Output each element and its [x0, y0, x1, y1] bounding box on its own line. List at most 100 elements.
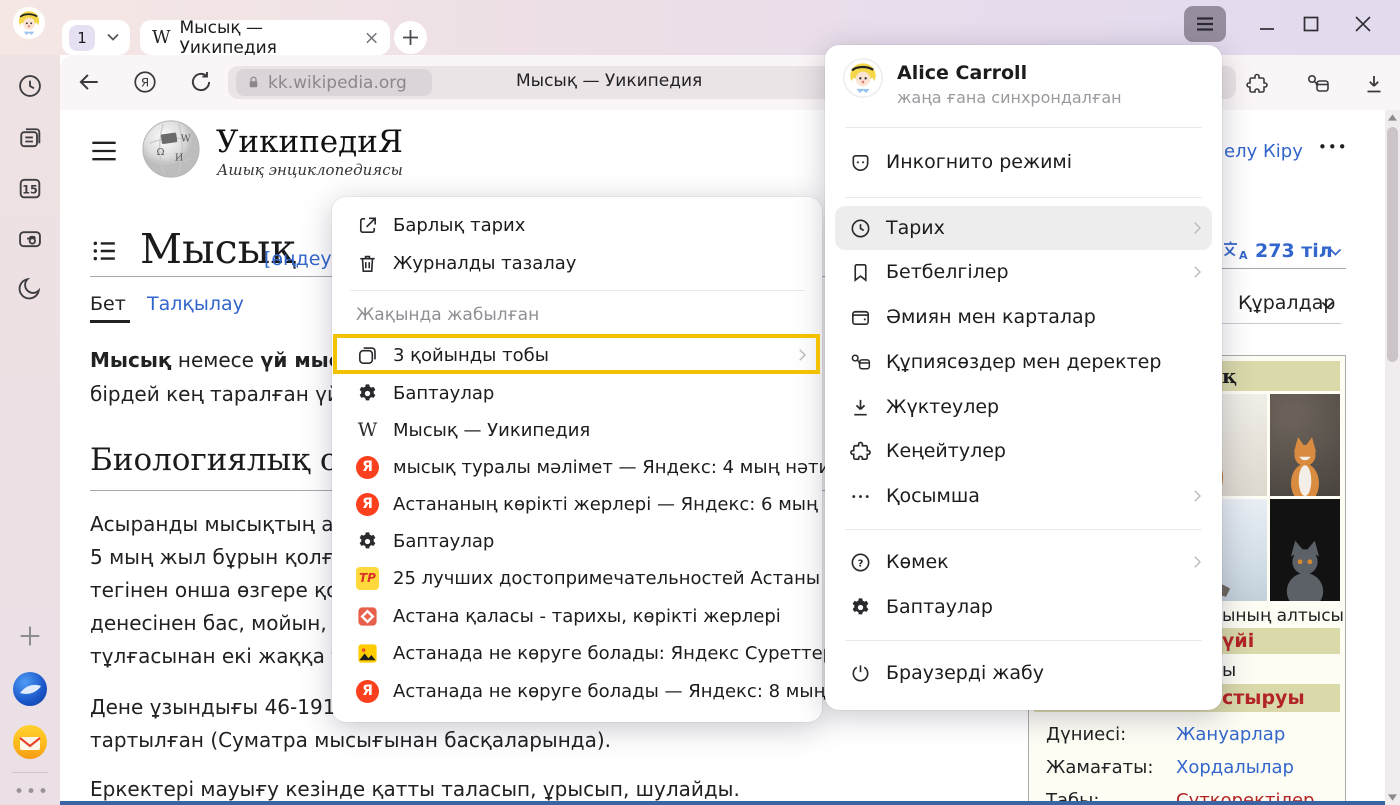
language-icon[interactable]: A: [1222, 238, 1248, 262]
menu-item-incognito[interactable]: Инкогнито режимі: [849, 144, 1072, 180]
reload-button[interactable]: [188, 69, 214, 95]
calendar-sidebar-button[interactable]: 15: [16, 174, 44, 202]
menu-item-history[interactable]: Тарих: [849, 210, 945, 246]
wiki-main-menu-button[interactable]: [90, 139, 118, 161]
back-button[interactable]: [76, 69, 102, 95]
edit-link[interactable]: [өңдеу: [264, 248, 332, 270]
classification-header-fragment: стыруы: [1222, 687, 1305, 709]
history-sidebar-button[interactable]: [16, 72, 44, 100]
yandex-search-button[interactable]: Я: [132, 69, 158, 95]
chevron-down-icon: [1320, 300, 1335, 311]
yandex-browser-logo[interactable]: [13, 672, 47, 706]
cat-photo-gray[interactable]: [1270, 499, 1340, 601]
menu-item-recent-tonkosti[interactable]: Астана қаласы - тарихы, көрікті жерлері: [356, 598, 781, 634]
taxo-value-link[interactable]: Жануарлар: [1176, 724, 1285, 745]
menu-item-label: Кеңейтулер: [886, 440, 1006, 462]
scroll-up-icon[interactable]: [1388, 114, 1397, 121]
minimize-icon: [1252, 10, 1282, 38]
menu-item-settings[interactable]: Баптаулар: [356, 375, 494, 411]
menu-item-passwords[interactable]: Құпиясөздер мен деректер: [849, 344, 1161, 380]
yandex-icon: Я: [356, 456, 379, 479]
scroll-down-icon[interactable]: [1388, 794, 1397, 801]
bottom-strip: [60, 801, 1400, 805]
extensions-toolbar-button[interactable]: [1245, 72, 1269, 96]
taxo-value-link[interactable]: Хордалылар: [1176, 757, 1294, 778]
login-link[interactable]: Кіру: [1263, 141, 1303, 162]
chevron-down-icon: [106, 32, 120, 43]
body-line: денесінен бас, мойын, тұл: [90, 611, 369, 635]
menu-divider: [845, 529, 1202, 530]
domain-chip[interactable]: kk.wikipedia.org: [236, 69, 432, 96]
menu-item-label: мысық туралы мәлімет — Яндекс: 4 мың нәт…: [393, 457, 880, 478]
tab-group-pill[interactable]: 1: [62, 20, 130, 55]
moon-icon: [16, 274, 44, 302]
downloads-toolbar-button[interactable]: [1362, 72, 1386, 96]
browser-tab[interactable]: W Мысық — Уикипедия: [140, 20, 390, 55]
new-tab-button[interactable]: [394, 21, 427, 54]
menu-item-label: Журналды тазалау: [393, 253, 576, 274]
wiki-site-title[interactable]: УикипедиЯ: [216, 124, 403, 160]
menu-item-recent-yandex-1[interactable]: Я мысық туралы мәлімет — Яндекс: 4 мың н…: [356, 449, 880, 485]
clock-icon: [849, 217, 872, 240]
menu-item-recent-settings[interactable]: Баптаулар: [356, 523, 494, 559]
menu-item-label: Баптаулар: [886, 596, 993, 618]
menu-item-downloads[interactable]: Жүктеулер: [849, 389, 999, 425]
dark-mode-sidebar-button[interactable]: [16, 274, 44, 302]
scrollbar[interactable]: [1385, 110, 1400, 805]
menu-item-recent-wikipedia[interactable]: W Мысық — Уикипедия: [356, 412, 590, 448]
menu-item-label: Әмиян мен карталар: [886, 306, 1096, 328]
menu-item-close-browser[interactable]: Браузерді жабу: [849, 655, 1044, 691]
protect-toolbar-button[interactable]: [1305, 72, 1331, 96]
body-line: Еркектері мауығу кезінде қатты таласып, …: [90, 777, 740, 801]
menu-item-wallet[interactable]: Әмиян мен карталар: [849, 299, 1096, 335]
tab-group-icon: [356, 344, 379, 367]
list-icon: [91, 238, 117, 264]
key-folder-icon: [1305, 72, 1331, 96]
menu-item-settings-main[interactable]: Баптаулар: [849, 589, 993, 625]
menu-item-clear-history[interactable]: Журналды тазалау: [356, 245, 576, 281]
menu-item-recent-tp[interactable]: ТР 25 лучших достопримечательностей Аста…: [356, 560, 878, 596]
tab-talk[interactable]: Талқылау: [147, 293, 244, 315]
gear-icon: [356, 530, 379, 553]
svg-text:W: W: [181, 133, 191, 144]
browser-swoosh-icon: [13, 672, 47, 706]
screenshot-sidebar-button[interactable]: [16, 224, 44, 252]
taxo-label: Жамағаты:: [1046, 757, 1153, 778]
sidebar-more-button[interactable]: •••: [14, 782, 50, 802]
register-link-fragment[interactable]: елу: [1224, 141, 1257, 162]
close-window-button[interactable]: [1348, 10, 1378, 38]
header-more-button[interactable]: •••: [1318, 138, 1348, 156]
tab-close-icon[interactable]: [365, 31, 378, 45]
contents-button[interactable]: [91, 238, 117, 262]
menu-item-all-history[interactable]: Барлық тарих: [356, 207, 525, 243]
feed-sidebar-button[interactable]: [16, 124, 44, 152]
language-count[interactable]: 273 тіл: [1255, 240, 1333, 262]
key-icon: [849, 351, 872, 374]
menu-item-extensions[interactable]: Кеңейтулер: [849, 433, 1006, 469]
tab-article[interactable]: Бет: [90, 293, 126, 315]
menu-profile-avatar[interactable]: [843, 58, 883, 98]
menu-item-tab-group[interactable]: 3 қойынды тобы: [356, 337, 549, 373]
translate-icon: A: [1222, 238, 1248, 262]
profile-avatar[interactable]: [13, 7, 45, 39]
scrollbar-thumb[interactable]: [1387, 127, 1398, 362]
browser-menu-button[interactable]: [1184, 6, 1226, 42]
yandex-mail-logo[interactable]: [13, 725, 47, 759]
menu-item-help[interactable]: ? Көмек: [849, 544, 949, 580]
menu-item-bookmarks[interactable]: Бетбелгілер: [849, 254, 1009, 290]
maximize-button[interactable]: [1296, 10, 1326, 38]
chevron-right-icon: [793, 346, 811, 364]
menu-item-more[interactable]: Қосымша: [849, 478, 980, 514]
sidebar-divider: [12, 772, 48, 773]
minimize-button[interactable]: [1252, 10, 1282, 38]
cat-photo-orange-white[interactable]: [1270, 394, 1340, 496]
menu-item-label: Қосымша: [886, 485, 980, 507]
menu-item-recent-images[interactable]: Астанада не көруге болады: Яндекс Суретт…: [356, 635, 880, 671]
sidebar-add-button[interactable]: [16, 622, 44, 650]
wikipedia-globe-logo[interactable]: Ω W И: [140, 118, 202, 180]
bookmark-icon: [849, 261, 872, 284]
tab-group-count: 1: [69, 25, 95, 51]
menu-item-recent-yandex-3[interactable]: Я Астанада не көруге болады — Яндекс: 8 …: [356, 673, 882, 709]
recently-closed-section-label: Жақында жабылған: [356, 305, 539, 325]
menu-item-recent-yandex-2[interactable]: Я Астананың көрікті жерлері — Яндекс: 6 …: [356, 486, 874, 522]
